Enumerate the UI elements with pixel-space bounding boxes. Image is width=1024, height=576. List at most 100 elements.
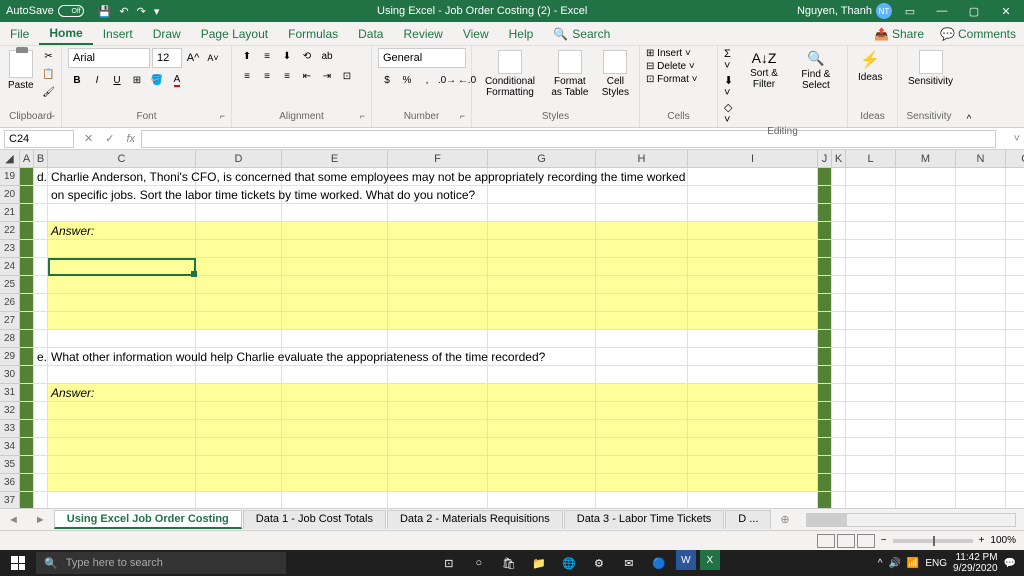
cell[interactable] [34,240,48,257]
cell[interactable] [488,240,596,257]
cell[interactable] [832,348,846,365]
cell[interactable] [388,330,488,347]
cell[interactable] [596,222,688,239]
cell[interactable] [282,456,388,473]
cell[interactable] [846,204,896,221]
cell[interactable] [48,456,196,473]
font-launcher-icon[interactable]: ⌐ [220,111,225,121]
cell[interactable] [896,186,956,203]
cell[interactable] [20,330,34,347]
cell[interactable] [596,294,688,311]
cell[interactable] [1006,402,1024,419]
col-header-L[interactable]: L [846,150,896,168]
menu-review[interactable]: Review [393,22,452,45]
cell[interactable] [20,492,34,508]
cell[interactable] [832,222,846,239]
cell[interactable] [20,168,34,185]
currency-icon[interactable]: $ [378,72,396,88]
cell[interactable] [818,474,832,491]
cell[interactable] [282,240,388,257]
cell[interactable] [20,204,34,221]
cell[interactable] [832,474,846,491]
task-view-icon[interactable]: ⊡ [436,550,462,576]
share-button[interactable]: 📤 Share [866,27,932,41]
tab-nav-prev-icon[interactable]: ◄ [0,514,27,526]
cell[interactable] [34,330,48,347]
conditional-formatting-button[interactable]: Conditional Formatting [478,48,542,100]
cell[interactable] [388,384,488,401]
cell[interactable] [1006,186,1024,203]
cell[interactable] [34,276,48,293]
autosum-icon[interactable]: Σ ˅ [724,48,737,72]
align-top-icon[interactable]: ⬆ [238,48,256,64]
cell[interactable] [34,456,48,473]
cell[interactable] [282,474,388,491]
cell[interactable] [20,420,34,437]
cell[interactable] [48,492,196,508]
cell[interactable] [846,330,896,347]
cell[interactable] [688,276,818,293]
cell[interactable] [846,384,896,401]
cell[interactable] [196,474,282,491]
increase-indent-icon[interactable]: ⇥ [318,68,336,84]
view-page-layout-icon[interactable] [837,534,855,548]
row-header-25[interactable]: 25 [0,276,20,294]
cell[interactable] [388,240,488,257]
menu-page-layout[interactable]: Page Layout [191,22,278,45]
cell[interactable] [282,312,388,329]
cell[interactable] [20,384,34,401]
cell[interactable] [688,330,818,347]
cell[interactable] [1006,420,1024,437]
row-header-32[interactable]: 32 [0,402,20,420]
cell[interactable] [34,438,48,455]
cell[interactable] [818,204,832,221]
cell[interactable] [688,240,818,257]
cell[interactable] [488,474,596,491]
cell[interactable] [596,420,688,437]
language-indicator[interactable]: ENG [925,558,947,569]
format-painter-icon[interactable]: 🖌 [40,84,58,100]
cell[interactable] [196,330,282,347]
cell[interactable] [1006,330,1024,347]
cell[interactable] [818,420,832,437]
cell[interactable] [596,438,688,455]
cell[interactable] [1006,204,1024,221]
cell[interactable] [832,402,846,419]
cell[interactable] [282,258,388,275]
cell[interactable] [596,276,688,293]
cell[interactable] [196,276,282,293]
settings-icon[interactable]: ⚙ [586,550,612,576]
redo-icon[interactable]: ↷ [137,5,146,18]
cell[interactable] [832,384,846,401]
cell[interactable] [282,204,388,221]
cell[interactable] [1006,258,1024,275]
cell[interactable] [596,402,688,419]
cell[interactable] [956,294,1006,311]
cell[interactable] [596,312,688,329]
row-header-27[interactable]: 27 [0,312,20,330]
cell[interactable] [388,438,488,455]
cell[interactable] [282,366,388,383]
cell[interactable] [956,312,1006,329]
col-header-B[interactable]: B [34,150,48,168]
cell[interactable] [956,276,1006,293]
spreadsheet-grid[interactable]: ◢ 19202122232425262728293031323334353637… [0,150,1024,508]
cell[interactable] [34,222,48,239]
cell[interactable] [956,186,1006,203]
cancel-formula-icon[interactable]: ✕ [78,132,99,145]
collapse-ribbon-icon[interactable]: ^ [960,46,978,127]
cell[interactable] [956,492,1006,508]
cell[interactable] [896,456,956,473]
cell[interactable] [388,366,488,383]
mail-icon[interactable]: ✉ [616,550,642,576]
cell[interactable] [1006,294,1024,311]
cell[interactable] [282,402,388,419]
enter-formula-icon[interactable]: ✓ [99,132,120,145]
cell[interactable] [488,384,596,401]
zoom-slider[interactable] [893,539,973,543]
cell[interactable] [388,456,488,473]
cell[interactable] [20,456,34,473]
row-header-23[interactable]: 23 [0,240,20,258]
cell[interactable] [818,366,832,383]
row-header-30[interactable]: 30 [0,366,20,384]
